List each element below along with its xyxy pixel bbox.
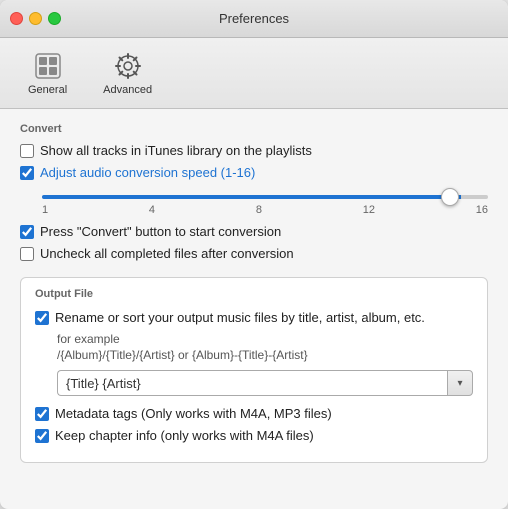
adjust-audio-checkbox[interactable] [20,166,34,180]
format-dropdown-button[interactable]: ▾ [447,370,473,396]
rename-sort-checkbox[interactable] [35,311,49,325]
minimize-button[interactable] [29,12,42,25]
press-convert-checkbox[interactable] [20,225,34,239]
metadata-tags-label[interactable]: Metadata tags (Only works with M4A, MP3 … [55,406,332,421]
preferences-window: Preferences General [0,0,508,509]
slider-track [42,187,488,202]
rename-sort-row: Rename or sort your output music files b… [35,310,473,325]
titlebar: Preferences [0,0,508,38]
example-label: for example [57,332,473,346]
output-section: Output File Rename or sort your output m… [20,277,488,463]
toolbar-general-button[interactable]: General [20,46,75,100]
content-area: Convert Show all tracks in iTunes librar… [0,109,508,509]
convert-header: Convert [20,123,488,135]
toolbar: General Advanced [0,38,508,109]
adjust-audio-label[interactable]: Adjust audio conversion speed (1-16) [40,165,255,180]
close-button[interactable] [10,12,23,25]
press-convert-label[interactable]: Press "Convert" button to start conversi… [40,224,281,239]
window-controls [10,12,61,25]
advanced-icon [112,50,144,82]
advanced-label: Advanced [103,84,152,96]
metadata-tags-checkbox[interactable] [35,407,49,421]
keep-chapter-row: Keep chapter info (only works with M4A f… [35,428,473,443]
format-input[interactable] [57,370,447,396]
rename-sort-label[interactable]: Rename or sort your output music files b… [55,310,425,325]
format-input-row: ▾ [57,370,473,396]
metadata-tags-row: Metadata tags (Only works with M4A, MP3 … [35,406,473,421]
maximize-button[interactable] [48,12,61,25]
uncheck-completed-label[interactable]: Uncheck all completed files after conver… [40,246,294,261]
keep-chapter-label[interactable]: Keep chapter info (only works with M4A f… [55,428,314,443]
adjust-audio-row: Adjust audio conversion speed (1-16) [20,165,488,180]
keep-chapter-checkbox[interactable] [35,429,49,443]
show-all-tracks-label[interactable]: Show all tracks in iTunes library on the… [40,143,312,158]
uncheck-completed-row: Uncheck all completed files after conver… [20,246,488,261]
press-convert-row: Press "Convert" button to start conversi… [20,224,488,239]
show-all-tracks-row: Show all tracks in iTunes library on the… [20,143,488,158]
toolbar-advanced-button[interactable]: Advanced [95,46,160,100]
convert-section: Convert Show all tracks in iTunes librar… [20,123,488,261]
output-header: Output File [35,288,473,300]
window-title: Preferences [219,11,289,26]
speed-slider-container: 1 4 8 12 16 [42,187,488,216]
general-label: General [28,84,67,96]
show-all-tracks-checkbox[interactable] [20,144,34,158]
speed-slider[interactable] [42,195,488,199]
chevron-down-icon: ▾ [457,378,462,389]
format-example: /{Album}/{Title}/{Artist} or {Album}-{Ti… [57,348,473,362]
general-icon [32,50,64,82]
uncheck-completed-checkbox[interactable] [20,247,34,261]
